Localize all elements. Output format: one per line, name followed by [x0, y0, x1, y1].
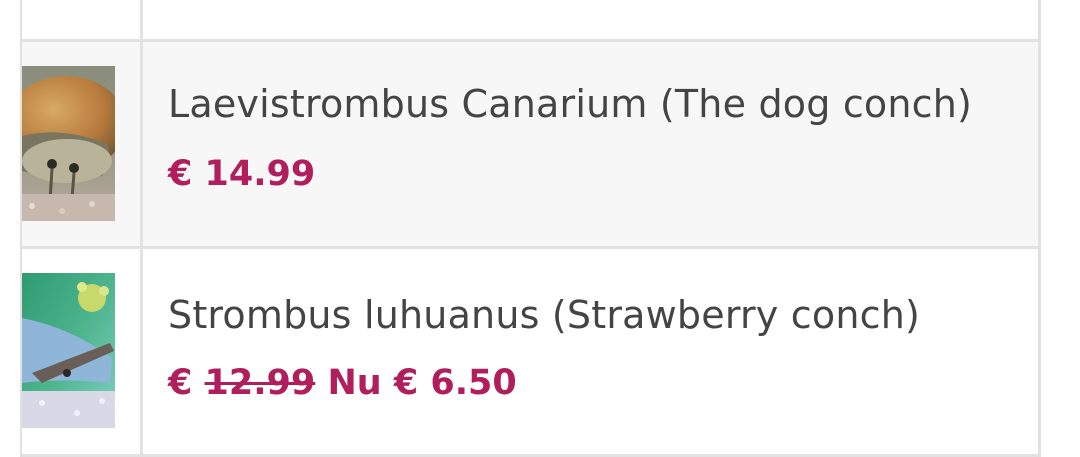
- product-name[interactable]: Strombus luhuanus (Strawberry conch): [168, 293, 920, 337]
- column-divider: [140, 249, 143, 454]
- table-row[interactable]: Laevistrombus Canarium (The dog conch) €…: [22, 42, 1038, 249]
- product-price: € 12.99 Nu € 6.50: [168, 363, 517, 403]
- product-image-dog-conch[interactable]: [22, 66, 115, 221]
- column-divider: [140, 42, 143, 246]
- old-price: 12.99: [204, 363, 316, 403]
- table-row[interactable]: Strombus luhuanus (Strawberry conch) € 1…: [22, 249, 1038, 457]
- sale-price: 6.50: [430, 363, 517, 403]
- column-divider: [140, 0, 143, 39]
- product-price: € 14.99: [168, 154, 315, 194]
- conch-photo: [22, 273, 115, 428]
- table-row-cutoff: [22, 0, 1038, 42]
- sale-currency-symbol: €: [393, 363, 419, 403]
- currency-symbol: €: [168, 363, 193, 403]
- conch-photo: [22, 66, 115, 221]
- product-image-strawberry-conch[interactable]: [22, 273, 115, 428]
- currency-symbol: €: [168, 154, 193, 194]
- price-value: 14.99: [204, 154, 316, 194]
- product-table: Laevistrombus Canarium (The dog conch) €…: [20, 0, 1041, 457]
- product-name[interactable]: Laevistrombus Canarium (The dog conch): [168, 82, 972, 126]
- sale-label: Nu: [327, 363, 382, 403]
